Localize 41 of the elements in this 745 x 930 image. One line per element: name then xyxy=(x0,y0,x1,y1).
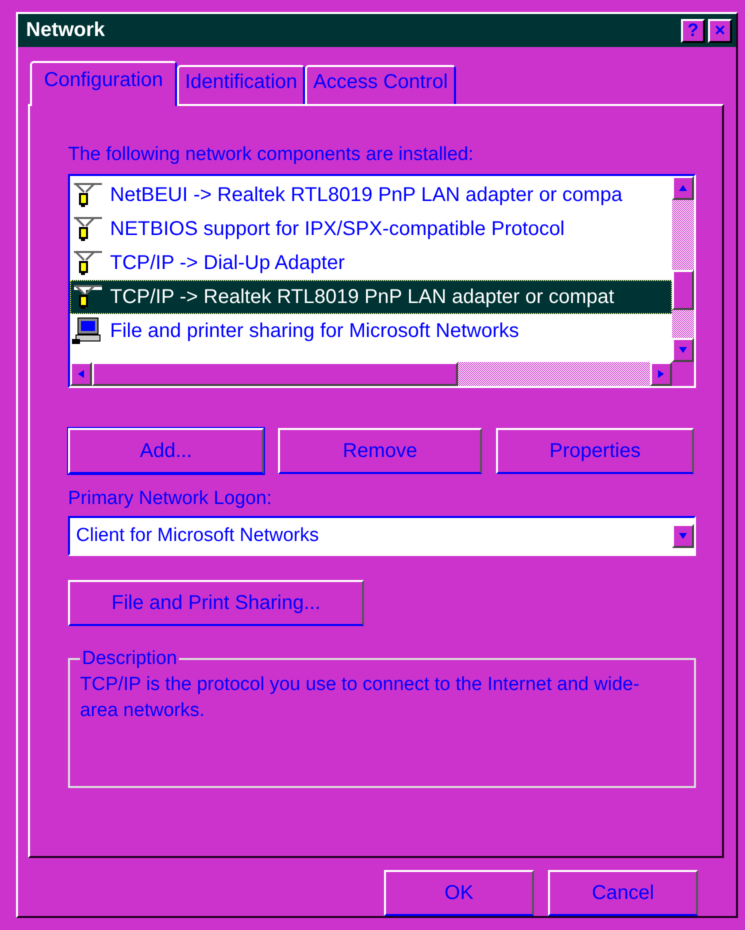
down-arrow-icon xyxy=(678,345,688,355)
right-arrow-icon xyxy=(656,369,666,379)
dialog-button[interactable]: Properties xyxy=(496,428,694,474)
scroll-left-button[interactable] xyxy=(70,362,92,386)
network-protocol-icon xyxy=(72,250,104,276)
dialog-button[interactable]: Add... xyxy=(68,428,264,474)
network-protocol-icon xyxy=(72,182,104,208)
logon-dropdown[interactable]: Client for Microsoft Networks xyxy=(68,516,696,556)
tab[interactable]: Configuration xyxy=(30,61,177,106)
logon-label: Primary Network Logon: xyxy=(68,488,273,510)
tab[interactable]: Access Control xyxy=(305,65,456,104)
up-arrow-icon xyxy=(678,183,688,193)
dialog-button[interactable]: Remove xyxy=(278,428,482,474)
ok-button[interactable]: OK xyxy=(384,870,534,916)
network-protocol-icon xyxy=(72,216,104,242)
list-item[interactable]: NetBEUI -> Realtek RTL8019 PnP LAN adapter or compa xyxy=(70,178,672,212)
network-protocol-icon xyxy=(72,284,104,310)
help-button[interactable]: ? xyxy=(681,18,705,42)
window-title: Network xyxy=(26,19,106,42)
down-arrow-icon xyxy=(678,531,688,541)
list-item[interactable]: TCP/IP -> Dial-Up Adapter xyxy=(70,246,672,280)
scroll-thumb[interactable] xyxy=(672,270,694,310)
scroll-down-button[interactable] xyxy=(672,338,694,362)
tab[interactable]: Identification xyxy=(176,65,306,104)
scroll-up-button[interactable] xyxy=(672,176,694,200)
vertical-scrollbar[interactable] xyxy=(672,176,694,362)
list-item[interactable]: TCP/IP -> Realtek RTL8019 PnP LAN adapter or compat xyxy=(70,280,672,314)
cancel-button[interactable]: Cancel xyxy=(548,870,698,916)
scroll-right-button[interactable] xyxy=(650,362,672,386)
close-button[interactable]: × xyxy=(708,18,732,42)
left-arrow-icon xyxy=(76,369,86,379)
scrollbar-corner xyxy=(672,362,694,386)
description-text: TCP/IP is the protocol you use to connect to the Internet and wide-area networks. xyxy=(80,673,640,723)
components-label: The following network components are installed: xyxy=(68,144,475,166)
description-title: Description xyxy=(81,648,178,670)
list-item[interactable]: NETBIOS support for IPX/SPX-compatible Protocol xyxy=(70,212,672,246)
list-item[interactable]: File and printer sharing for Microsoft Networks xyxy=(70,314,672,348)
horizontal-scrollbar[interactable] xyxy=(70,362,672,386)
scroll-thumb[interactable] xyxy=(92,362,458,386)
dropdown-button[interactable] xyxy=(672,524,694,548)
file-print-sharing-button[interactable]: File and Print Sharing... xyxy=(68,580,364,626)
